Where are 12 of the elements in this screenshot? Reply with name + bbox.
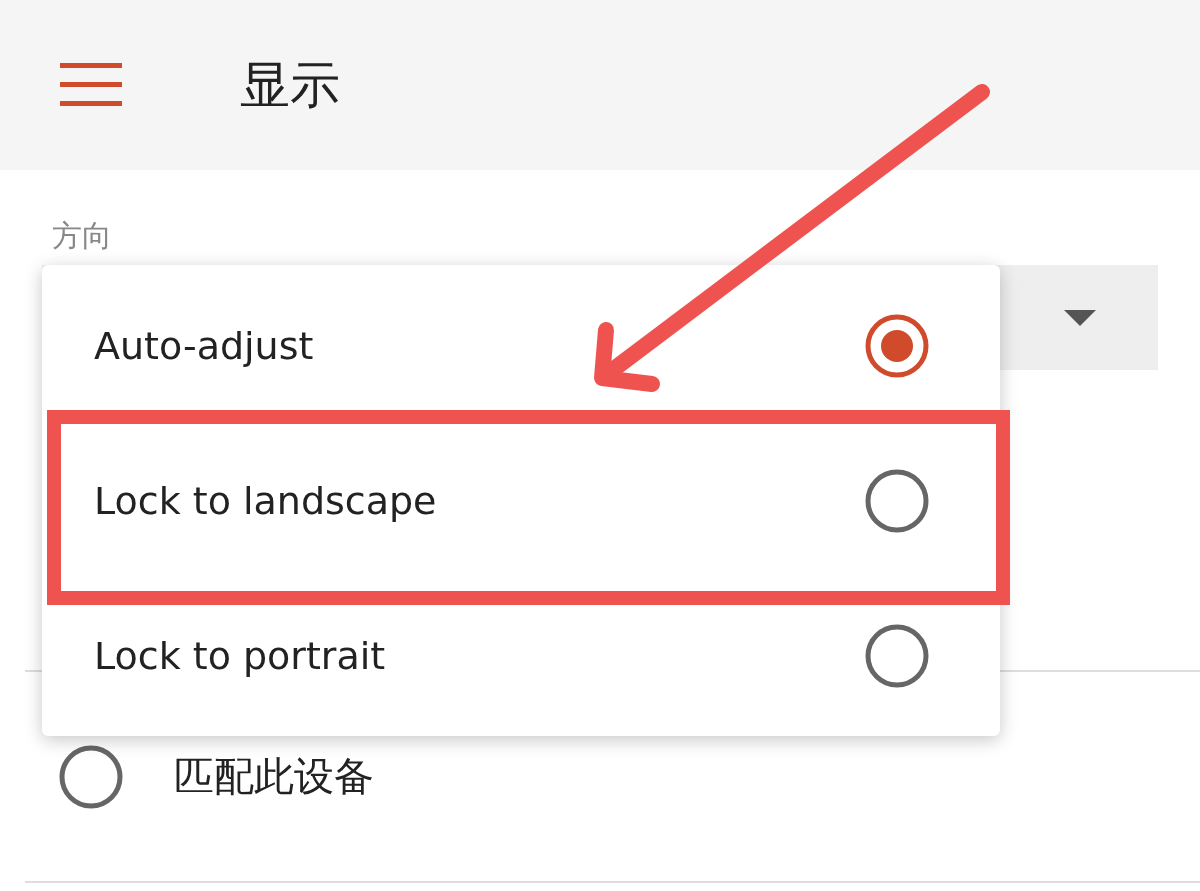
caret-icon (1064, 309, 1096, 326)
radio-button[interactable] (58, 743, 124, 810)
page-title: 显示 (240, 54, 340, 116)
radio-button[interactable] (864, 312, 930, 379)
field-label: 方向 (52, 218, 112, 254)
option-label: 匹配此设备 (174, 752, 374, 801)
menu-item[interactable]: Lock to portrait (94, 633, 386, 678)
menu-item[interactable]: Lock to landscape (94, 478, 437, 523)
menu-item[interactable]: Auto-adjust (94, 323, 314, 368)
radio-button[interactable] (864, 622, 930, 689)
radio-button[interactable] (864, 467, 930, 534)
menu-button[interactable] (60, 63, 122, 107)
